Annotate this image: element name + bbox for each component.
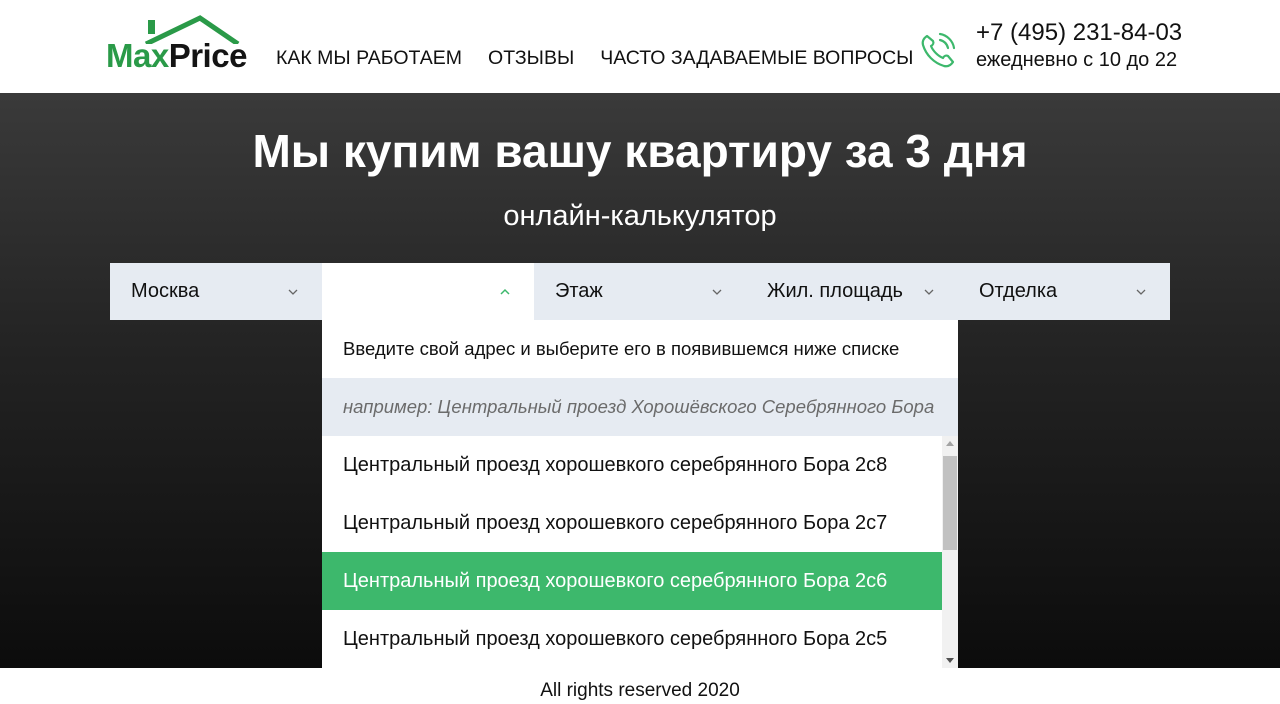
chevron-down-icon	[288, 289, 298, 295]
hero-section: Мы купим вашу квартиру за 3 дня онлайн-к…	[0, 93, 1280, 668]
floor-select[interactable]: Этаж	[534, 263, 746, 320]
address-search-input[interactable]: например: Центральный проезд Хорошёвског…	[322, 378, 958, 436]
suggestion-scrollbar[interactable]	[942, 436, 958, 668]
address-suggestion-item[interactable]: Центральный проезд хорошевкого серебрянн…	[322, 436, 942, 494]
phone-icon[interactable]	[918, 30, 958, 70]
living-area-select[interactable]: Жил. площадь	[746, 263, 958, 320]
working-hours: ежедневно с 10 до 22	[976, 49, 1178, 71]
copyright-text: All rights reserved 2020	[540, 680, 740, 701]
logo-text-price: Price	[168, 37, 248, 74]
site-footer: All rights reserved 2020	[0, 668, 1280, 704]
address-suggestion-item[interactable]: Центральный проезд хорошевкого серебрянн…	[322, 494, 942, 552]
chevron-up-icon	[500, 288, 510, 295]
phone-number[interactable]: +7 (495) 231-84-03	[976, 18, 1182, 48]
main-nav: КАК МЫ РАБОТАЕМ ОТЗЫВЫ ЧАСТО ЗАДАВАЕМЫЕ …	[276, 47, 913, 70]
scrollbar-thumb[interactable]	[943, 456, 957, 550]
nav-item-how-we-work[interactable]: КАК МЫ РАБОТАЕМ	[276, 47, 462, 70]
chevron-down-icon	[712, 289, 722, 295]
hero-subtitle: онлайн-калькулятор	[503, 200, 777, 232]
logo-text: MaxPrice	[106, 36, 247, 76]
chevron-down-icon	[924, 289, 934, 295]
scroll-up-arrow-icon[interactable]	[946, 441, 954, 446]
hero-title: Мы купим вашу квартиру за 3 дня	[252, 125, 1028, 177]
address-dropdown: Введите свой адрес и выберите его в появ…	[322, 320, 958, 668]
address-suggestion-list: Центральный проезд хорошевкого серебрянн…	[322, 436, 958, 668]
contact-block: +7 (495) 231-84-03 ежедневно с 10 до 22	[976, 18, 1182, 72]
city-select[interactable]: Москва	[110, 263, 322, 320]
city-select-value: Москва	[131, 280, 200, 302]
finish-select[interactable]: Отделка	[958, 263, 1170, 320]
site-header: MaxPrice КАК МЫ РАБОТАЕМ ОТЗЫВЫ ЧАСТО ЗА…	[0, 0, 1280, 93]
living-area-select-label: Жил. площадь	[767, 280, 903, 302]
address-suggestion-item[interactable]: Центральный проезд хорошевкого серебрянн…	[322, 610, 942, 668]
logo-text-max: Max	[106, 37, 169, 74]
nav-item-reviews[interactable]: ОТЗЫВЫ	[488, 47, 574, 70]
address-suggestion-item-selected[interactable]: Центральный проезд хорошевкого серебрянн…	[322, 552, 942, 610]
finish-select-label: Отделка	[979, 280, 1058, 302]
address-select[interactable]	[322, 263, 534, 320]
maxprice-logo[interactable]: MaxPrice	[106, 14, 248, 74]
floor-select-label: Этаж	[555, 280, 603, 302]
calculator-filter-bar: Москва Этаж Жил. площадь Отделка	[110, 263, 1170, 320]
chevron-down-icon	[1136, 289, 1146, 295]
address-dropdown-hint: Введите свой адрес и выберите его в появ…	[343, 338, 900, 359]
scroll-down-arrow-icon[interactable]	[946, 658, 954, 663]
nav-item-faq[interactable]: ЧАСТО ЗАДАВАЕМЫЕ ВОПРОСЫ	[600, 47, 913, 70]
